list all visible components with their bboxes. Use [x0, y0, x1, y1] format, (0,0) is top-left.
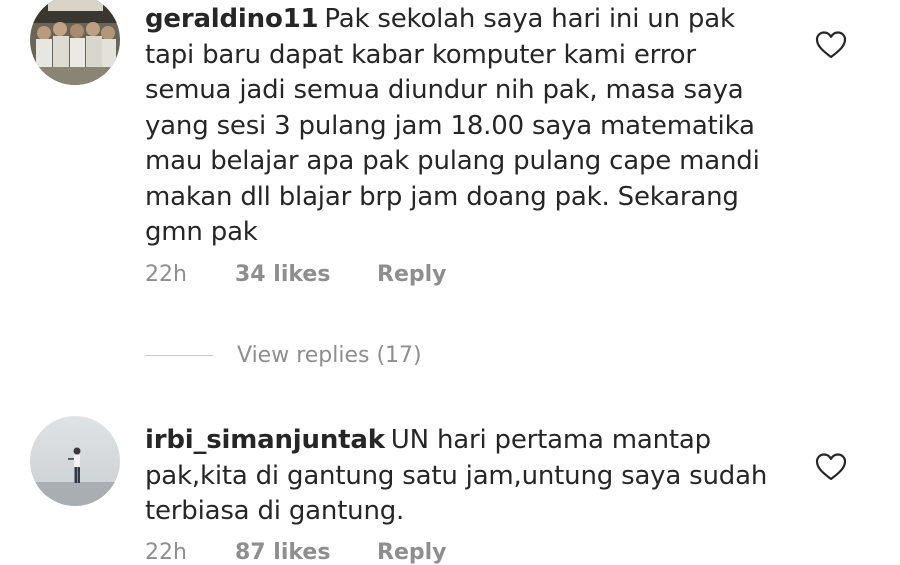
- comment-likes[interactable]: 34 likes: [235, 262, 377, 287]
- comment-time: 22h: [145, 262, 187, 287]
- comment-text-block: geraldino11 Pak sekolah saya hari ini un …: [145, 2, 785, 251]
- comment-text: Pak sekolah saya hari ini un pak tapi ba…: [145, 4, 760, 247]
- group-photo-avatar-image: [30, 0, 120, 85]
- comment-username[interactable]: geraldino11: [145, 4, 319, 34]
- replies-divider-line: [145, 354, 213, 356]
- like-heart-icon[interactable]: [815, 30, 847, 60]
- avatar[interactable]: [30, 0, 120, 85]
- view-replies-label: View replies (17): [237, 342, 422, 368]
- comment-time: 22h: [145, 540, 187, 565]
- comment-meta: 22h 34 likes Reply: [145, 262, 447, 287]
- reply-button[interactable]: Reply: [377, 262, 447, 287]
- comment-username[interactable]: irbi_simanjuntak: [145, 425, 385, 455]
- comment-meta: 22h 87 likes Reply: [145, 540, 447, 565]
- view-replies-button[interactable]: View replies (17): [145, 340, 422, 370]
- like-heart-icon[interactable]: [815, 452, 847, 482]
- avatar[interactable]: [30, 416, 120, 506]
- person-photo-avatar-image: [30, 416, 120, 506]
- reply-button[interactable]: Reply: [377, 540, 447, 565]
- comment-text-block: irbi_simanjuntak UN hari pertama mantap p…: [145, 423, 785, 530]
- comment-likes[interactable]: 87 likes: [235, 540, 377, 565]
